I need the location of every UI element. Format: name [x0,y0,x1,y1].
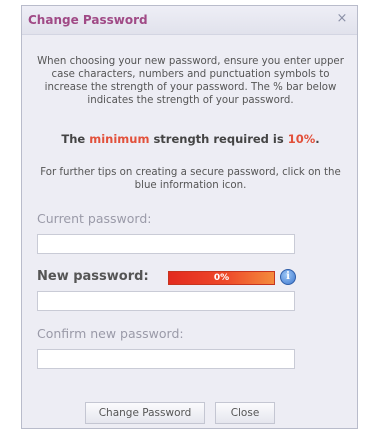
dialog-title: Change Password [28,13,148,27]
strength-requirement: The minimum strength required is 10%. [32,132,349,146]
close-icon[interactable]: × [335,12,349,26]
new-password-field[interactable] [37,291,295,311]
close-button[interactable]: Close [215,402,275,424]
strength-suffix: . [315,132,320,146]
change-password-button[interactable]: Change Password [85,402,205,424]
current-password-label: Current password: [37,211,152,226]
intro-text: When choosing your new password, ensure … [37,56,344,106]
strength-middle: strength required is [153,132,284,146]
tips-text: For further tips on creating a secure pa… [40,167,341,191]
dialog-titlebar: Change Password × [22,6,357,35]
current-password-field[interactable] [37,234,295,254]
strength-meter-value: 0% [213,273,230,283]
information-icon[interactable]: i [280,269,296,285]
password-strength-meter: 0% [168,271,275,285]
confirm-password-field[interactable] [37,349,295,369]
confirm-password-label: Confirm new password: [37,326,184,341]
strength-prefix: The [61,132,86,146]
strength-required-value: 10% [287,132,316,146]
strength-level-word: minimum [89,132,150,146]
new-password-label: New password: [37,269,149,284]
change-password-dialog: Change Password × When choosing your new… [21,5,358,429]
